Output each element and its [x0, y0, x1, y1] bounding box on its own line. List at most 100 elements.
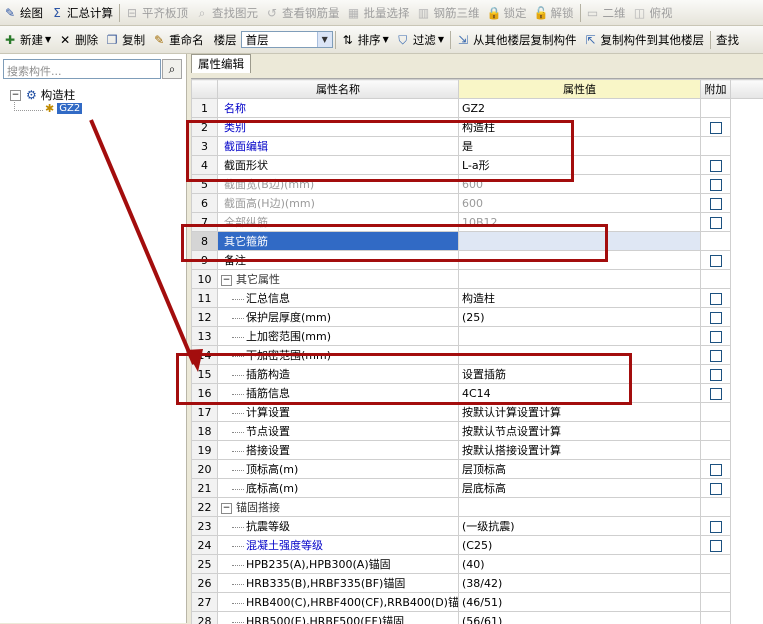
property-name-cell[interactable]: 计算设置: [218, 403, 459, 422]
extra-checkbox[interactable]: [710, 521, 722, 533]
property-name-cell[interactable]: 名称: [218, 99, 459, 118]
property-value-cell[interactable]: 按默认节点设置计算: [459, 422, 701, 441]
property-name-cell[interactable]: 保护层厚度(mm): [218, 308, 459, 327]
extra-checkbox[interactable]: [710, 350, 722, 362]
align-slab-top-button[interactable]: ⊟平齐板顶: [122, 2, 192, 24]
table-row[interactable]: 22−锚固搭接: [192, 498, 763, 517]
property-name-cell[interactable]: 混凝土强度等级: [218, 536, 459, 555]
property-name-cell[interactable]: HRB400(C),HRBF400(CF),RRB400(D)锚固: [218, 593, 459, 612]
top-view-button[interactable]: ◫俯视: [630, 2, 677, 24]
table-row[interactable]: 19搭接设置按默认搭接设置计算: [192, 441, 763, 460]
property-value-cell[interactable]: (38/42): [459, 574, 701, 593]
table-row[interactable]: 1名称GZ2: [192, 99, 763, 118]
lock-button[interactable]: 🔒锁定: [484, 2, 531, 24]
property-value-cell[interactable]: 600: [459, 194, 701, 213]
property-value-cell[interactable]: (一级抗震): [459, 517, 701, 536]
extra-checkbox[interactable]: [710, 369, 722, 381]
property-name-cell[interactable]: HRB500(E),HRBF500(EF)锚固: [218, 612, 459, 624]
view-2d-button[interactable]: ▭二维: [583, 2, 630, 24]
property-name-cell[interactable]: 截面高(H边)(mm): [218, 194, 459, 213]
delete-button[interactable]: ✕删除: [55, 29, 102, 51]
property-value-cell[interactable]: (25): [459, 308, 701, 327]
extra-checkbox[interactable]: [710, 160, 722, 172]
table-row[interactable]: 12保护层厚度(mm)(25): [192, 308, 763, 327]
search-icon[interactable]: ⌕: [162, 59, 182, 79]
draw-button[interactable]: ✎绘图: [0, 2, 47, 24]
extra-checkbox[interactable]: [710, 122, 722, 134]
floor-select[interactable]: 首层▼: [241, 31, 333, 48]
property-value-cell[interactable]: (56/61): [459, 612, 701, 624]
property-name-cell[interactable]: −其它属性: [218, 270, 459, 289]
find-element-button[interactable]: ⌕查找图元: [192, 2, 262, 24]
rebar-3d-button[interactable]: ▥钢筋三维: [414, 2, 484, 24]
view-rebar-button[interactable]: ↺查看钢筋量: [262, 2, 344, 24]
search-input[interactable]: 搜索构件...: [3, 59, 161, 79]
property-value-cell[interactable]: 按默认搭接设置计算: [459, 441, 701, 460]
extra-checkbox[interactable]: [710, 217, 722, 229]
extra-checkbox[interactable]: [710, 293, 722, 305]
property-name-cell[interactable]: 汇总信息: [218, 289, 459, 308]
property-value-cell[interactable]: 层底标高: [459, 479, 701, 498]
property-name-cell[interactable]: 搭接设置: [218, 441, 459, 460]
collapse-icon[interactable]: −: [221, 275, 232, 286]
table-row[interactable]: 20顶标高(m)层顶标高: [192, 460, 763, 479]
batch-select-button[interactable]: ▦批量选择: [344, 2, 414, 24]
extra-checkbox[interactable]: [710, 483, 722, 495]
find-button[interactable]: 查找: [713, 29, 743, 51]
collapse-icon[interactable]: −: [221, 503, 232, 514]
copy-button[interactable]: ❐复制: [102, 29, 149, 51]
property-value-cell[interactable]: (C25): [459, 536, 701, 555]
property-name-cell[interactable]: 顶标高(m): [218, 460, 459, 479]
extra-checkbox[interactable]: [710, 198, 722, 210]
extra-checkbox[interactable]: [710, 255, 722, 267]
table-row[interactable]: 11汇总信息构造柱: [192, 289, 763, 308]
collapse-icon[interactable]: −: [10, 90, 21, 101]
property-name-cell[interactable]: 底标高(m): [218, 479, 459, 498]
table-row[interactable]: 6截面高(H边)(mm)600: [192, 194, 763, 213]
table-row[interactable]: 21底标高(m)层底标高: [192, 479, 763, 498]
tab-property-edit[interactable]: 属性编辑: [191, 54, 251, 73]
table-row[interactable]: 27HRB400(C),HRBF400(CF),RRB400(D)锚固(46/5…: [192, 593, 763, 612]
property-value-cell[interactable]: 按默认计算设置计算: [459, 403, 701, 422]
property-value-cell[interactable]: [459, 270, 701, 289]
copy-to-floor-button[interactable]: ⇱复制构件到其他楼层: [580, 29, 708, 51]
property-name-cell[interactable]: HRB335(B),HRBF335(BF)锚固: [218, 574, 459, 593]
copy-from-floor-button[interactable]: ⇲从其他楼层复制构件: [453, 29, 581, 51]
tree-child-item[interactable]: ✱ GZ2: [45, 102, 82, 115]
unlock-button[interactable]: 🔓解锁: [531, 2, 578, 24]
table-row[interactable]: 10−其它属性: [192, 270, 763, 289]
extra-checkbox[interactable]: [710, 388, 722, 400]
table-row[interactable]: 17计算设置按默认计算设置计算: [192, 403, 763, 422]
extra-checkbox[interactable]: [710, 331, 722, 343]
property-name-cell[interactable]: 节点设置: [218, 422, 459, 441]
rename-button[interactable]: ✎重命名: [149, 29, 208, 51]
property-name-cell[interactable]: 抗震等级: [218, 517, 459, 536]
property-name-cell[interactable]: 上加密范围(mm): [218, 327, 459, 346]
extra-checkbox[interactable]: [710, 540, 722, 552]
extra-cell: [701, 175, 731, 194]
property-value-cell[interactable]: (46/51): [459, 593, 701, 612]
filter-button[interactable]: ⛉过滤▼: [393, 29, 448, 51]
property-value-cell[interactable]: 层顶标高: [459, 460, 701, 479]
extra-checkbox[interactable]: [710, 464, 722, 476]
extra-cell: [701, 441, 731, 460]
new-button[interactable]: ✚新建▼: [0, 29, 55, 51]
table-row[interactable]: 28HRB500(E),HRBF500(EF)锚固(56/61): [192, 612, 763, 624]
table-row[interactable]: 26HRB335(B),HRBF335(BF)锚固(38/42): [192, 574, 763, 593]
property-value-cell[interactable]: 构造柱: [459, 289, 701, 308]
summary-calc-button[interactable]: Σ汇总计算: [47, 2, 117, 24]
sort-button[interactable]: ⇅排序▼: [338, 29, 393, 51]
property-value-cell[interactable]: [459, 327, 701, 346]
table-row[interactable]: 25HPB235(A),HPB300(A)锚固(40): [192, 555, 763, 574]
table-row[interactable]: 23抗震等级(一级抗震): [192, 517, 763, 536]
property-value-cell[interactable]: (40): [459, 555, 701, 574]
extra-checkbox[interactable]: [710, 312, 722, 324]
property-value-cell[interactable]: [459, 498, 701, 517]
property-value-cell[interactable]: GZ2: [459, 99, 701, 118]
table-row[interactable]: 13上加密范围(mm): [192, 327, 763, 346]
extra-checkbox[interactable]: [710, 179, 722, 191]
property-name-cell[interactable]: −锚固搭接: [218, 498, 459, 517]
table-row[interactable]: 18节点设置按默认节点设置计算: [192, 422, 763, 441]
property-name-cell[interactable]: HPB235(A),HPB300(A)锚固: [218, 555, 459, 574]
table-row[interactable]: 24混凝土强度等级(C25): [192, 536, 763, 555]
